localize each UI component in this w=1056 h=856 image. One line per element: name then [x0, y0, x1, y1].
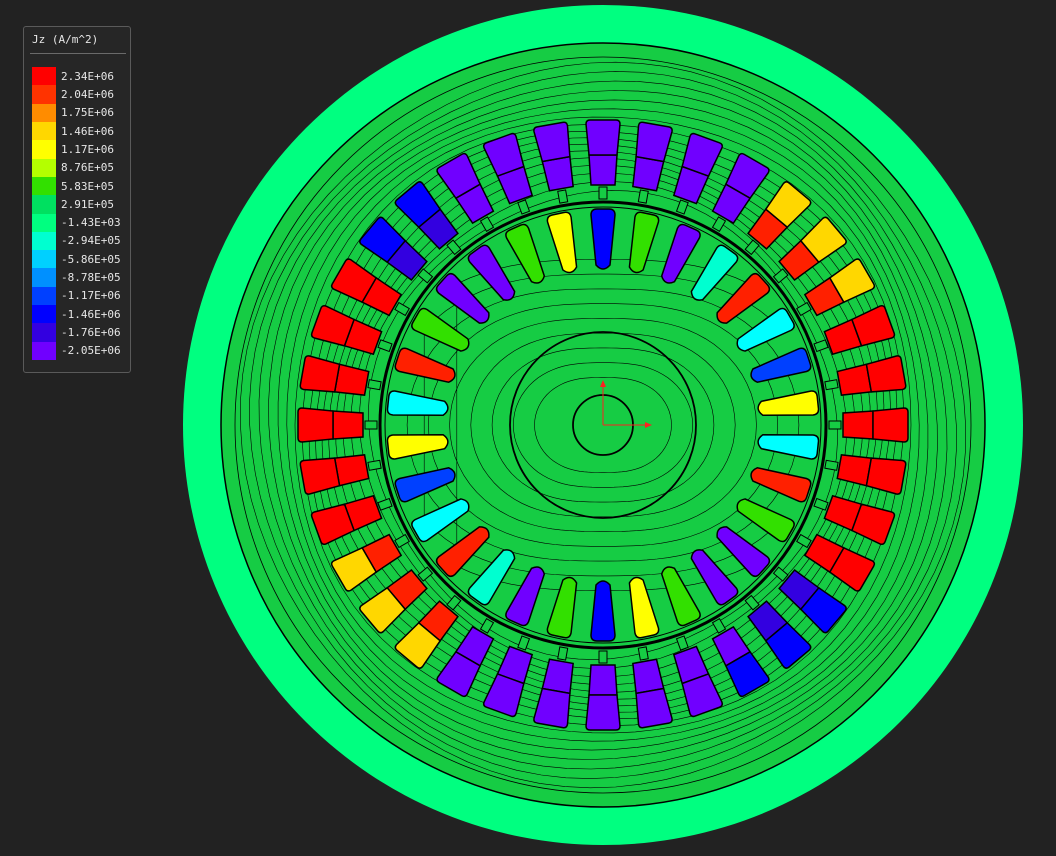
motor-field-plot[interactable]: [0, 0, 1056, 856]
coil-side-inner: [588, 154, 618, 186]
coil-side-inner: [588, 664, 618, 696]
coil-side-inner: [842, 410, 874, 440]
coil-side-outer: [585, 119, 621, 156]
coil-side-outer: [585, 694, 621, 731]
coil-side-outer: [297, 407, 334, 443]
coil-side-inner: [332, 410, 364, 440]
coil-side-outer: [872, 407, 909, 443]
